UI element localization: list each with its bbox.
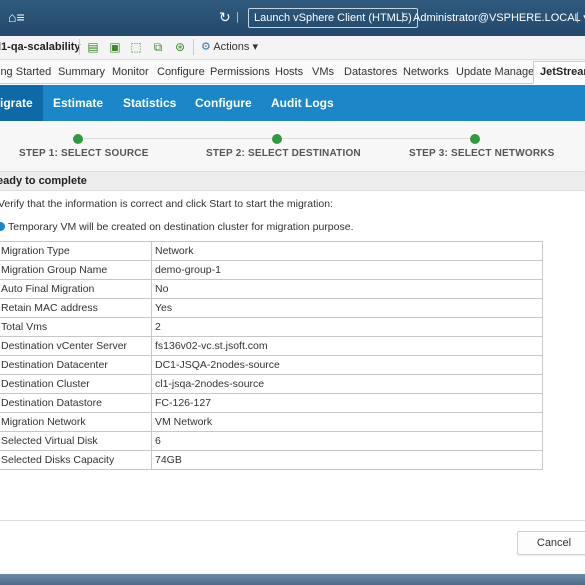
- header-separator: |: [236, 11, 239, 23]
- summary-key-cell: Total Vms: [0, 317, 152, 337]
- summary-key-cell: Destination Datastore: [0, 393, 152, 413]
- summary-key-cell: Migration Type: [0, 241, 152, 261]
- summary-value-cell: VM Network: [151, 412, 543, 432]
- new-vapp-icon[interactable]: ⧉: [151, 39, 165, 55]
- step-connector: [282, 138, 470, 139]
- table-row: Destination Datacenter DC1-JSQA-2nodes-so…: [0, 355, 543, 375]
- bottom-status-strip: [0, 574, 585, 585]
- tab-datastores[interactable]: Datastores: [344, 66, 397, 78]
- wizard-footer: Cancel: [0, 520, 585, 572]
- nav-statistics[interactable]: Statistics: [123, 85, 176, 121]
- home-menu-icon[interactable]: ⌂≡: [8, 9, 25, 25]
- summary-key-cell: Auto Final Migration: [0, 279, 152, 299]
- header-separator: |: [576, 11, 579, 23]
- table-row: Destination vCenter Server fs136v02-vc.st…: [0, 336, 543, 356]
- jetstream-nav-bar: igrate Estimate Statistics Configure Aud…: [0, 85, 585, 121]
- summary-key-cell: Migration Network: [0, 412, 152, 432]
- tab-networks[interactable]: Networks: [403, 66, 449, 78]
- refresh-icon[interactable]: ↻: [219, 9, 231, 26]
- nav-estimate[interactable]: Estimate: [53, 85, 103, 121]
- table-row: Selected Disks Capacity 74GB: [0, 450, 543, 470]
- table-row: Migration Group Name demo-group-1: [0, 260, 543, 280]
- launch-html5-client-button[interactable]: Launch vSphere Client (HTML5): [248, 8, 418, 28]
- gear-icon: ⚙: [201, 41, 211, 53]
- summary-value-cell: No: [151, 279, 543, 299]
- toolbar-divider: [193, 39, 194, 55]
- cancel-button[interactable]: Cancel: [517, 531, 585, 555]
- summary-key-cell: Destination Cluster: [0, 374, 152, 394]
- summary-value-cell: 74GB: [151, 450, 543, 470]
- step-3-label[interactable]: STEP 3: SELECT NETWORKS: [409, 148, 555, 159]
- step-3-complete-indicator: [470, 134, 480, 144]
- info-icon: [0, 222, 5, 231]
- user-menu[interactable]: Administrator@VSPHERE.LOCAL ▾: [413, 11, 585, 24]
- summary-value-cell: Yes: [151, 298, 543, 318]
- step-1-label[interactable]: STEP 1: SELECT SOURCE: [19, 148, 149, 159]
- table-row: Auto Final Migration No: [0, 279, 543, 299]
- summary-value-cell: 6: [151, 431, 543, 451]
- nav-audit-logs[interactable]: Audit Logs: [271, 85, 334, 121]
- tab-jetstream[interactable]: JetStream: [533, 61, 585, 84]
- summary-value-cell: fs136v02-vc.st.jsoft.com: [151, 336, 543, 356]
- migration-summary-table: Migration Type Network Migration Group Nam…: [0, 241, 543, 470]
- summary-value-cell: FC-126-127: [151, 393, 543, 413]
- summary-value-cell: demo-group-1: [151, 260, 543, 280]
- object-toolbar: l1-qa-scalability ▤ ▣ ⬚ ⧉ ⊛ ⚙ Actions ▾: [0, 36, 585, 60]
- table-row: Migration Network VM Network: [0, 412, 543, 432]
- nav-configure[interactable]: Configure: [195, 85, 252, 121]
- tab-hosts[interactable]: Hosts: [275, 66, 303, 78]
- tab-permissions[interactable]: Permissions: [210, 66, 270, 78]
- step-connector: [84, 138, 272, 139]
- table-row: Migration Type Network: [0, 241, 543, 261]
- header-separator: |: [401, 11, 404, 23]
- object-tab-bar: ing Started Summary Monitor Configure Pe…: [0, 60, 585, 84]
- summary-value-cell: Network: [151, 241, 543, 261]
- step-2-label[interactable]: STEP 2: SELECT DESTINATION: [206, 148, 361, 159]
- summary-key-cell: Selected Virtual Disk: [0, 431, 152, 451]
- top-header-bar: ⌂≡ ↻ | Launch vSphere Client (HTML5) | A…: [0, 0, 585, 36]
- table-row: Selected Virtual Disk 6: [0, 431, 543, 451]
- toolbar-divider: [79, 39, 80, 55]
- summary-value-cell: 2: [151, 317, 543, 337]
- verify-instructions: Verify that the information is correct a…: [0, 198, 333, 210]
- summary-key-cell: Retain MAC address: [0, 298, 152, 318]
- table-row: Destination Datastore FC-126-127: [0, 393, 543, 413]
- summary-value-cell: DC1-JSQA-2nodes-source: [151, 355, 543, 375]
- deploy-ovf-icon[interactable]: ⬚: [129, 39, 143, 55]
- table-row: Total Vms 2: [0, 317, 543, 337]
- step-2-complete-indicator: [272, 134, 282, 144]
- wizard-steps: STEP 1: SELECT SOURCE STEP 2: SELECT DES…: [0, 121, 585, 171]
- section-title: eady to complete: [0, 171, 585, 191]
- object-title: l1-qa-scalability: [0, 41, 81, 53]
- tab-getting-started[interactable]: ing Started: [0, 66, 51, 78]
- new-resource-pool-icon[interactable]: ⊛: [173, 39, 187, 55]
- summary-key-cell: Selected Disks Capacity: [0, 450, 152, 470]
- table-row: Destination Cluster cl1-jsqa-2nodes-sourc…: [0, 374, 543, 394]
- tab-configure[interactable]: Configure: [157, 66, 205, 78]
- tab-summary[interactable]: Summary: [58, 66, 105, 78]
- actions-label: Actions ▾: [213, 41, 258, 53]
- step-1-complete-indicator: [73, 134, 83, 144]
- tab-monitor[interactable]: Monitor: [112, 66, 149, 78]
- summary-key-cell: Destination Datacenter: [0, 355, 152, 375]
- tab-update-manager[interactable]: Update Manager: [456, 66, 538, 78]
- info-message: Temporary VM will be created on destinat…: [0, 221, 354, 233]
- new-vm-icon[interactable]: ▣: [108, 39, 122, 55]
- table-row: Retain MAC address Yes: [0, 298, 543, 318]
- actions-menu[interactable]: ⚙ Actions ▾: [201, 40, 258, 53]
- tab-vms[interactable]: VMs: [312, 66, 334, 78]
- summary-value-cell: cl1-jsqa-2nodes-source: [151, 374, 543, 394]
- info-message-text: Temporary VM will be created on destinat…: [8, 221, 354, 233]
- summary-key-cell: Migration Group Name: [0, 260, 152, 280]
- summary-key-cell: Destination vCenter Server: [0, 336, 152, 356]
- nav-migrate[interactable]: igrate: [0, 85, 43, 121]
- add-host-icon[interactable]: ▤: [86, 39, 100, 55]
